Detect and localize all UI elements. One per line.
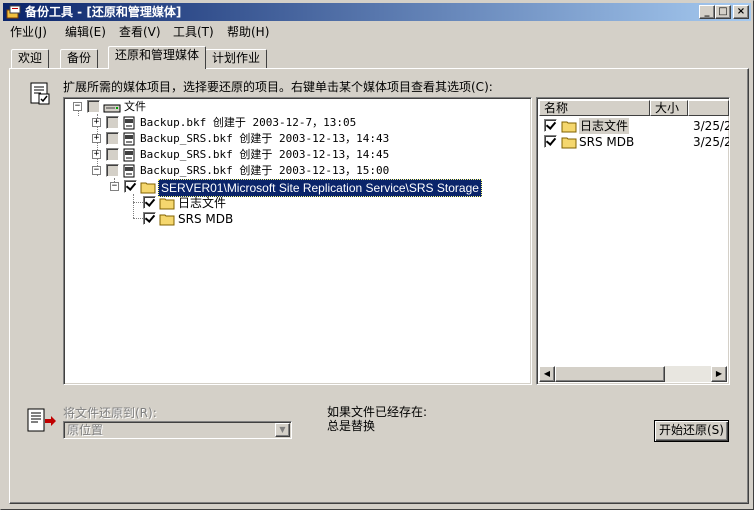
restore-location-value: 原位置	[67, 423, 104, 437]
tree-node-child[interactable]: 日志文件	[64, 195, 524, 211]
collapse-icon[interactable]: −	[73, 102, 82, 111]
restore-to-label: 将文件还原到(R):	[63, 406, 157, 420]
scroll-left-button[interactable]: ◀	[539, 366, 555, 382]
title-bar[interactable]: 备份工具 - [还原和管理媒体] _ □ ×	[3, 3, 751, 21]
folder-icon	[561, 121, 577, 133]
checkbox-checked[interactable]	[143, 212, 156, 225]
checkbox[interactable]	[106, 132, 119, 145]
instruction-text: 扩展所需的媒体项目，选择要还原的项目。右键单击某个媒体项目查看其选项(C):	[63, 80, 493, 94]
column-header-name[interactable]: 名称	[539, 100, 650, 116]
folder-icon	[140, 182, 156, 194]
tree-node-media[interactable]: − Backup_SRS.bkf 创建于 2003-12-13，15:00	[64, 163, 524, 179]
restore-document-icon	[30, 82, 50, 105]
tab-schedule-jobs[interactable]: 计划作业	[205, 49, 268, 69]
menu-bar: 作业(J) 编辑(E) 查看(V) 工具(T) 帮助(H)	[3, 22, 751, 42]
tab-restore-manage-media[interactable]: 还原和管理媒体	[108, 46, 207, 69]
column-header-size[interactable]: 大小	[650, 100, 688, 116]
expand-icon[interactable]: +	[92, 134, 101, 143]
restore-location-dropdown[interactable]: 原位置 ▼	[63, 421, 292, 439]
tree-label: SRS MDB	[178, 212, 234, 226]
checkbox-checked[interactable]	[544, 119, 557, 132]
folder-icon	[159, 198, 175, 210]
maximize-button[interactable]: □	[715, 5, 731, 19]
tree-label: Backup.bkf 创建于 2003-12-7，13:05	[140, 116, 357, 129]
list-item[interactable]: SRS MDB 3/25/2	[539, 134, 730, 150]
tree-node-media[interactable]: + Backup_SRS.bkf 创建于 2003-12-13，14:43	[64, 131, 524, 147]
close-button[interactable]: ×	[733, 5, 749, 19]
checkbox-checked[interactable]	[124, 180, 137, 193]
checkbox-checked[interactable]	[143, 196, 156, 209]
list-item-modified: 3/25/2	[693, 119, 730, 133]
backup-utility-window: 备份工具 - [还原和管理媒体] _ □ × 作业(J) 编辑(E) 查看(V)…	[0, 0, 754, 510]
menu-tools[interactable]: 工具(T)	[173, 24, 214, 40]
menu-help[interactable]: 帮助(H)	[227, 24, 269, 40]
list-item-modified: 3/25/2	[693, 135, 730, 149]
if-exists-label: 如果文件已经存在:	[327, 405, 428, 419]
tree-label: 文件	[124, 100, 146, 113]
column-header-modified[interactable]	[688, 100, 729, 116]
folder-icon	[159, 214, 175, 226]
contents-list-view[interactable]: 名称 大小 日志文件 3/25/2 SRS MDB 3/25/2 ◀ ▶	[536, 97, 730, 385]
menu-job[interactable]: 作业(J)	[10, 24, 47, 40]
tree-node-child[interactable]: SRS MDB	[64, 211, 524, 227]
restore-destination-icon	[27, 408, 56, 432]
scroll-right-button[interactable]: ▶	[711, 366, 727, 382]
tree-label: Backup_SRS.bkf 创建于 2003-12-13，15:00	[140, 164, 390, 177]
collapse-icon[interactable]: −	[92, 166, 101, 175]
backup-media-icon	[123, 116, 135, 130]
checkbox[interactable]	[106, 164, 119, 177]
backup-media-icon	[123, 148, 135, 162]
media-tree-view[interactable]: − 文件 + Backup.bkf 创建于 2003-12-7，13:05 +	[63, 97, 532, 385]
minimize-button[interactable]: _	[699, 5, 715, 19]
tree-label: Backup_SRS.bkf 创建于 2003-12-13，14:43	[140, 132, 390, 145]
start-restore-button[interactable]: 开始还原(S)	[654, 420, 729, 442]
list-item-name: SRS MDB	[579, 135, 635, 149]
tab-welcome[interactable]: 欢迎	[11, 49, 50, 69]
tree-node-root[interactable]: − 文件	[64, 99, 524, 115]
checkbox[interactable]	[87, 100, 100, 113]
folder-icon	[561, 137, 577, 149]
expand-icon[interactable]: +	[92, 150, 101, 159]
file-drive-icon	[103, 104, 121, 113]
tab-backup[interactable]: 备份	[60, 49, 99, 69]
expand-icon[interactable]: +	[92, 118, 101, 127]
tree-label: 日志文件	[178, 196, 227, 210]
tree-label: Backup_SRS.bkf 创建于 2003-12-13，14:45	[140, 148, 390, 161]
tree-node-server[interactable]: − SERVER01\Microsoft Site Replication Se…	[64, 179, 524, 197]
tree-node-media[interactable]: + Backup_SRS.bkf 创建于 2003-12-13，14:45	[64, 147, 524, 163]
backup-media-icon	[123, 132, 135, 146]
horizontal-scrollbar[interactable]: ◀ ▶	[539, 366, 727, 382]
checkbox[interactable]	[106, 148, 119, 161]
list-item[interactable]: 日志文件 3/25/2	[539, 118, 730, 134]
window-title: 备份工具 - [还原和管理媒体]	[25, 5, 182, 19]
backup-media-icon	[123, 164, 135, 178]
checkbox-checked[interactable]	[544, 135, 557, 148]
menu-edit[interactable]: 编辑(E)	[65, 24, 106, 40]
chevron-down-icon[interactable]: ▼	[275, 423, 290, 437]
list-item-name: 日志文件	[579, 118, 630, 134]
if-exists-value: 总是替换	[327, 419, 376, 433]
tree-node-media[interactable]: + Backup.bkf 创建于 2003-12-7，13:05	[64, 115, 524, 131]
backup-app-icon	[6, 5, 21, 19]
checkbox[interactable]	[106, 116, 119, 129]
menu-view[interactable]: 查看(V)	[119, 24, 161, 40]
scroll-thumb[interactable]	[555, 366, 665, 382]
collapse-icon[interactable]: −	[110, 182, 119, 191]
